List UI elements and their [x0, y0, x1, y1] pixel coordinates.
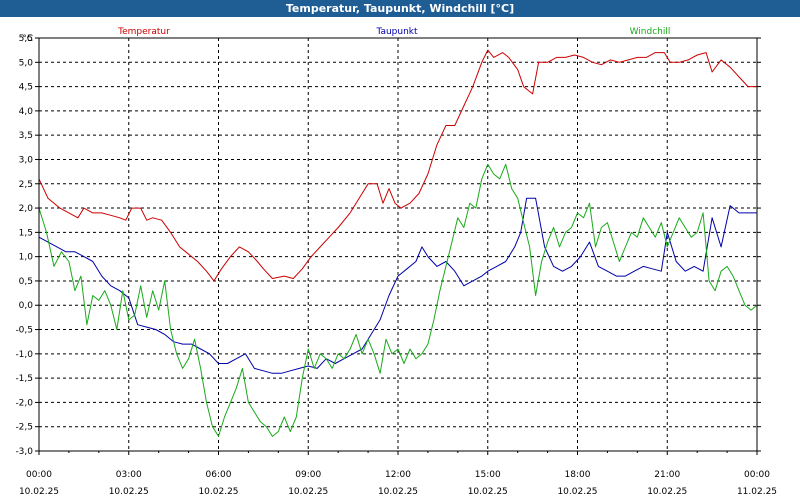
legend-item-windchill: Windchill	[630, 27, 671, 37]
y-tick-label: -0,5	[15, 326, 33, 336]
y-tick-label: 4,0	[19, 107, 34, 117]
y-tick-label: -3,0	[15, 447, 33, 457]
x-tick-time: 12:00	[385, 470, 411, 480]
y-tick-label: 3,0	[19, 155, 34, 165]
x-tick-date: 11.02.25	[737, 487, 777, 497]
legend: Temperatur Taupunkt Windchill	[117, 27, 670, 37]
y-tick-label: 1,5	[19, 228, 33, 238]
y-tick-label: 2,0	[19, 204, 34, 214]
x-tick-time: 06:00	[206, 470, 232, 480]
x-axis: 00:00 10.02.25 03:00 10.02.25 06:00 10.02.25 0…	[19, 451, 777, 497]
y-tick-label: 1,0	[19, 253, 34, 263]
x-tick-time: 15:00	[475, 470, 501, 480]
legend-item-temperatur: Temperatur	[117, 27, 170, 37]
x-tick-date: 10.02.25	[109, 487, 149, 497]
x-tick-date: 10.02.25	[557, 487, 597, 497]
x-tick-time: 09:00	[295, 470, 321, 480]
y-tick-label: -1,0	[15, 350, 33, 360]
x-tick-date: 10.02.25	[378, 487, 418, 497]
y-tick-label: -2,5	[15, 423, 33, 433]
y-tick-label: 4,5	[19, 83, 33, 93]
chart-title: Temperatur, Taupunkt, Windchill [°C]	[0, 0, 800, 17]
x-tick-date: 10.02.25	[198, 487, 238, 497]
line-chart: Temperatur Taupunkt Windchill -3,0 -2,5 -2,0…	[15, 27, 777, 497]
grid	[39, 38, 757, 451]
x-tick-time: 03:00	[116, 470, 142, 480]
x-tick-time: 00:00	[26, 470, 52, 480]
y-tick-label: 2,5	[19, 180, 33, 190]
y-tick-label: 0,0	[19, 301, 34, 311]
y-axis: -3,0 -2,5 -2,0 -1,5 -1,0 -0,5 0,0 0,5 1,0 1,5 2,0 2…	[15, 34, 761, 457]
x-tick-date: 10.02.25	[468, 487, 508, 497]
y-tick-label: 5,0	[19, 58, 34, 68]
x-tick-time: 21:00	[654, 470, 680, 480]
x-tick-time: 18:00	[565, 470, 591, 480]
y-tick-label: -1,5	[15, 374, 33, 384]
x-tick-date: 10.02.25	[288, 487, 328, 497]
y-tick-label: -2,0	[15, 398, 33, 408]
y-tick-label: 3,5	[19, 131, 33, 141]
x-tick-date: 10.02.25	[19, 487, 59, 497]
y-tick-label: 0,5	[19, 277, 33, 287]
legend-item-taupunkt: Taupunkt	[375, 27, 418, 37]
y-axis-unit: °C	[22, 34, 33, 44]
x-tick-time: 00:00	[744, 470, 770, 480]
x-tick-date: 10.02.25	[647, 487, 687, 497]
